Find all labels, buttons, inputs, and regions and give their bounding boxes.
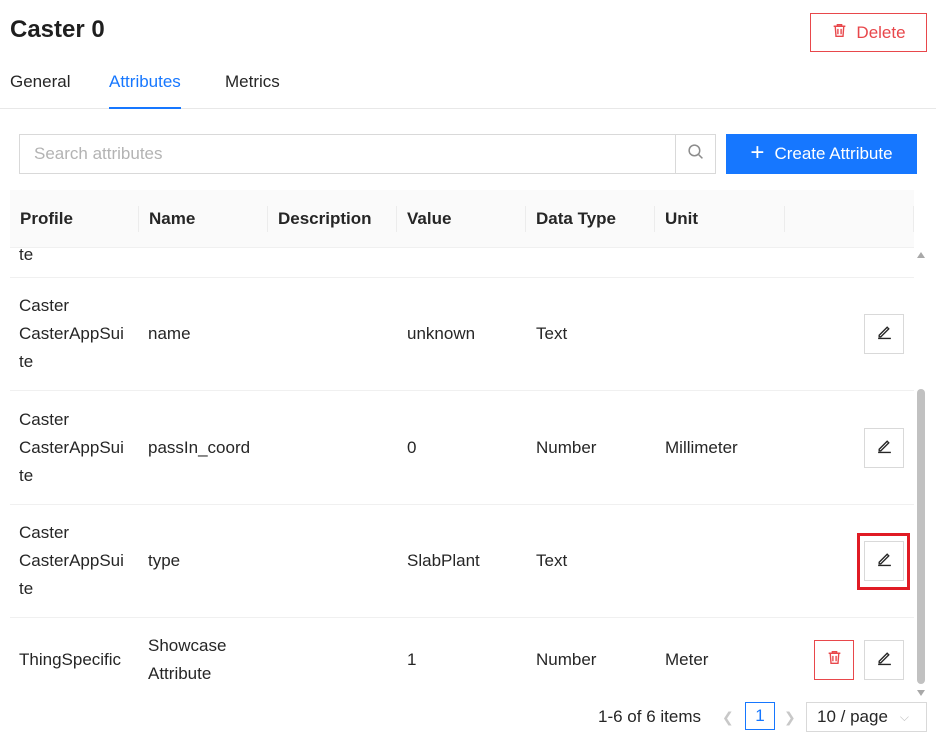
cell-value: SlabPlant (407, 551, 480, 570)
column-header-data-type[interactable]: Data Type (536, 190, 616, 248)
name-line: Attribute (148, 664, 212, 683)
profile-line: CasterAppSui (19, 324, 124, 343)
scroll-up-icon[interactable] (917, 252, 925, 258)
trash-icon (826, 649, 843, 671)
cell-unit: Meter (665, 650, 709, 669)
scroll-thumb[interactable] (917, 389, 925, 684)
cell-value: unknown (407, 324, 476, 343)
column-divider (913, 206, 914, 232)
page-title: Caster 0 (10, 16, 105, 43)
column-header-value[interactable]: Value (407, 190, 451, 248)
edit-button[interactable] (864, 640, 904, 680)
profile-line: Caster (19, 296, 70, 315)
column-header-description[interactable]: Description (278, 190, 372, 248)
table-row: Caster CasterAppSui te type SlabPlant Te… (10, 505, 914, 618)
cell-profile: ThingSpecific (19, 650, 122, 669)
chevron-right-icon[interactable]: ❯ (784, 702, 796, 732)
cell-data-type: Text (536, 324, 568, 343)
plus-icon: + (750, 139, 765, 166)
cell-name: name (148, 324, 191, 343)
table-body: te Caster CasterAppSui te name unknown T… (10, 248, 914, 700)
tab-metrics[interactable]: Metrics (225, 72, 280, 109)
page-size-value: 10 / page (817, 707, 888, 726)
search-input[interactable] (20, 135, 675, 173)
cell-profile: Caster CasterAppSui te (19, 278, 129, 390)
profile-line: Caster (19, 409, 70, 429)
cell-name: Showcase Attribute (148, 618, 226, 700)
profile-line: te (19, 352, 34, 371)
chevron-down-icon: ⌵ (899, 709, 910, 724)
create-attribute-label: Create Attribute (774, 144, 893, 163)
tab-attributes[interactable]: Attributes (109, 72, 181, 109)
name-line: Showcase (148, 636, 227, 655)
search-box (19, 134, 716, 174)
search-button[interactable] (675, 135, 715, 173)
profile-line: CasterAppSui (19, 551, 124, 570)
profile-line: CasterAppSui (19, 437, 124, 457)
delete-label: Delete (856, 22, 906, 42)
trash-icon (831, 22, 848, 44)
cell-data-type: Text (536, 551, 568, 570)
profile-line: Caster (19, 523, 70, 542)
create-attribute-button[interactable]: + Create Attribute (726, 134, 917, 174)
table-row: ThingSpecific Showcase Attribute 1 Numbe… (10, 618, 914, 700)
cell-data-type: Number (536, 650, 597, 669)
cell-data-type: Number (536, 437, 597, 457)
page-number-button[interactable]: 1 (745, 702, 775, 730)
column-header-profile[interactable]: Profile (20, 190, 73, 248)
column-divider (138, 206, 139, 232)
table-header: Profile Name Description Value Data Type… (10, 190, 914, 248)
edit-button[interactable] (864, 314, 904, 354)
cell-value: 0 (407, 437, 417, 457)
profile-line: te (19, 579, 34, 598)
edit-button[interactable] (864, 541, 904, 581)
pagination-total: 1-6 of 6 items (598, 707, 701, 726)
column-divider (525, 206, 526, 232)
edit-icon (876, 550, 893, 572)
cell-profile: Caster CasterAppSui te (19, 391, 129, 504)
cell-profile: te (19, 248, 34, 264)
column-divider (784, 206, 785, 232)
table-row: Caster CasterAppSui te passIn_coord 0 Nu… (10, 391, 914, 505)
profile-line: te (19, 465, 34, 485)
column-divider (267, 206, 268, 232)
chevron-left-icon[interactable]: ❮ (722, 702, 734, 732)
edit-icon (876, 649, 893, 671)
delete-row-button[interactable] (814, 640, 854, 680)
search-icon (687, 143, 704, 165)
edit-icon (876, 437, 893, 459)
cell-name: passIn_coord (148, 437, 251, 457)
cell-value: 1 (407, 650, 417, 669)
table-row: te (10, 248, 914, 278)
cell-name: type (148, 551, 181, 570)
column-header-name[interactable]: Name (149, 190, 195, 248)
column-divider (396, 206, 397, 232)
edit-button[interactable] (864, 428, 904, 468)
table-scrollbar[interactable] (914, 248, 928, 700)
tab-general[interactable]: General (10, 72, 70, 109)
column-header-unit[interactable]: Unit (665, 190, 698, 248)
page-size-select[interactable]: 10 / page ⌵ (806, 702, 927, 732)
scroll-down-icon[interactable] (917, 690, 925, 696)
cell-profile: Caster CasterAppSui te (19, 505, 129, 617)
tab-bar: General Attributes Metrics (0, 60, 936, 109)
edit-icon (876, 323, 893, 345)
column-divider (654, 206, 655, 232)
delete-button[interactable]: Delete (810, 13, 927, 52)
table-row: Caster CasterAppSui te name unknown Text (10, 278, 914, 391)
cell-unit: Millimeter (665, 437, 738, 457)
